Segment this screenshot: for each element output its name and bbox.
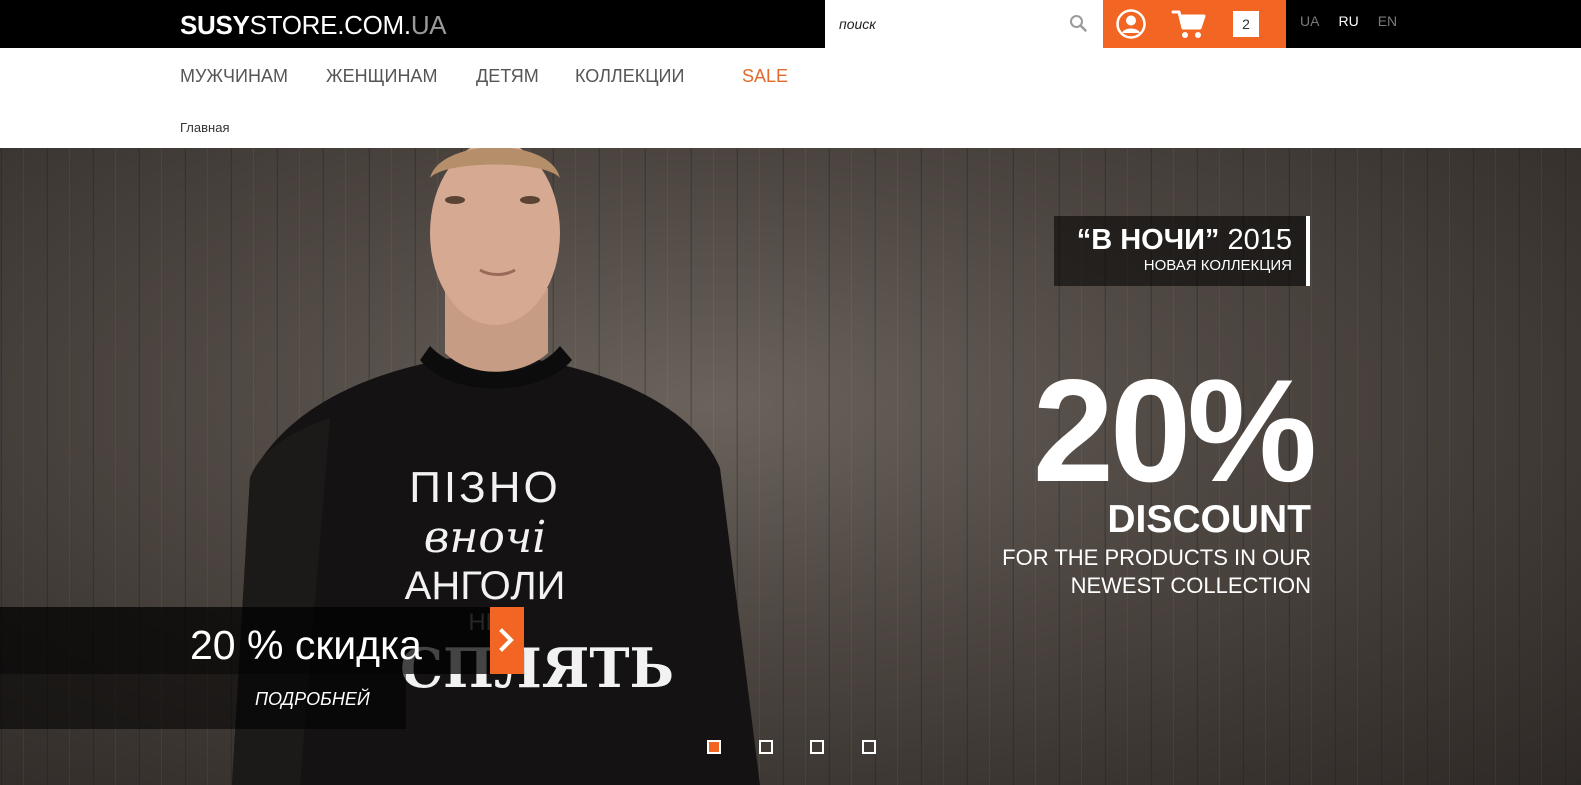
nav-item-collections[interactable]: КОЛЛЕКЦИИ bbox=[575, 66, 684, 87]
collection-accent-bar bbox=[1306, 216, 1310, 286]
collection-name: “В НОЧИ” bbox=[1076, 224, 1220, 256]
slider-dot-3[interactable] bbox=[810, 740, 824, 754]
shirt-print-line: ПІЗНО bbox=[409, 463, 561, 512]
shopping-cart-icon[interactable] bbox=[1171, 8, 1207, 40]
search-icon[interactable] bbox=[1069, 14, 1087, 32]
chevron-right-icon bbox=[499, 628, 514, 652]
discount-label: DISCOUNT bbox=[1107, 498, 1311, 541]
search-box bbox=[825, 0, 1103, 48]
language-switcher: UA RU EN bbox=[1300, 13, 1416, 29]
breadcrumb[interactable]: Главная bbox=[180, 120, 229, 135]
slider-dot-1[interactable] bbox=[707, 740, 721, 754]
lang-ua[interactable]: UA bbox=[1300, 13, 1319, 29]
slider-dot-4[interactable] bbox=[862, 740, 876, 754]
search-input[interactable] bbox=[839, 14, 1059, 34]
promo-caption: 20 % скидка bbox=[190, 622, 422, 668]
user-account-icon[interactable] bbox=[1115, 8, 1147, 40]
collection-year: 2015 bbox=[1227, 224, 1292, 256]
nav-item-men[interactable]: МУЖЧИНАМ bbox=[180, 66, 288, 87]
discount-description: FOR THE PRODUCTS IN OUR NEWEST COLLECTIO… bbox=[911, 544, 1311, 600]
discount-line-2: NEWEST COLLECTION bbox=[1070, 573, 1311, 598]
logo-light: STORE.COM. bbox=[249, 10, 412, 40]
lang-ru[interactable]: RU bbox=[1338, 13, 1358, 29]
logo-suffix: UA bbox=[410, 10, 447, 40]
user-cart-panel: 2 bbox=[1103, 0, 1286, 48]
more-details-link[interactable]: ПОДРОБНЕЙ bbox=[255, 689, 370, 710]
collection-subtitle: НОВАЯ КОЛЛЕКЦИЯ bbox=[1143, 257, 1292, 274]
discount-line-1: FOR THE PRODUCTS IN OUR bbox=[1002, 545, 1311, 570]
collection-title: “В НОЧИ” 2015 bbox=[1077, 224, 1292, 257]
logo-bold: SUSY bbox=[180, 10, 250, 40]
nav-item-sale[interactable]: SALE bbox=[742, 66, 788, 87]
promo-next-button[interactable] bbox=[490, 607, 524, 674]
hero-slider[interactable]: ПІЗНО вночі АНГОЛИ НЕ СПЛЯТЬ “В НОЧИ” 20… bbox=[0, 148, 1581, 785]
shirt-print-line: АНГОЛИ bbox=[404, 564, 566, 608]
slider-dot-2[interactable] bbox=[759, 740, 773, 754]
nav-item-kids[interactable]: ДЕТЯМ bbox=[476, 66, 539, 87]
collection-badge: “В НОЧИ” 2015 НОВАЯ КОЛЛЕКЦИЯ bbox=[1054, 216, 1310, 286]
site-logo[interactable]: SUSYSTORE.COM.UA bbox=[180, 10, 447, 41]
lang-en[interactable]: EN bbox=[1378, 13, 1397, 29]
top-bar: SUSYSTORE.COM.UA 2 UARUEN bbox=[0, 0, 1581, 48]
cart-count-badge[interactable]: 2 bbox=[1233, 11, 1259, 37]
discount-percent: 20% bbox=[1032, 349, 1317, 512]
nav-item-women[interactable]: ЖЕНЩИНАМ bbox=[326, 66, 437, 87]
shirt-print-line: вночі bbox=[423, 512, 547, 563]
